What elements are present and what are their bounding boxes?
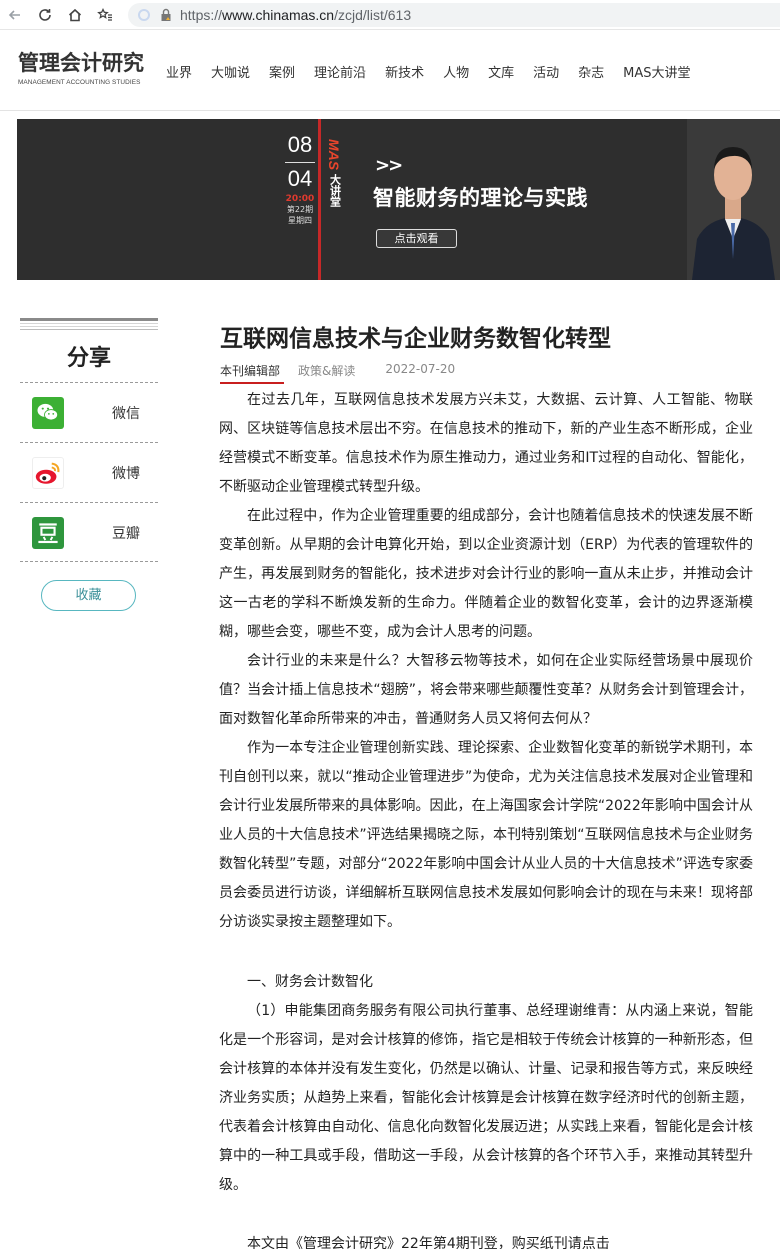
section-heading: 一、财务会计数智化 [247, 974, 373, 990]
lock-icon [161, 8, 171, 21]
banner-month: 08 [287, 132, 313, 157]
douban-icon [32, 517, 64, 549]
section-paragraph: （1）申能集团商务服务有限公司执行董事、总经理谢维青：从内涵上来说，智能化是一个… [219, 1003, 753, 1193]
article-title: 互联网信息技术与企业财务数智化转型 [220, 326, 611, 352]
banner-time: 20:00 [285, 194, 315, 204]
mas-brand: MAS [326, 139, 342, 171]
home-icon [68, 8, 82, 21]
double-arrow-icon: >> [375, 155, 403, 176]
article-author[interactable]: 本刊编辑部 [220, 362, 285, 384]
favorites-button[interactable] [90, 0, 120, 30]
share-title: 分享 [66, 346, 111, 371]
nav-item-experts[interactable]: 大咖说 [211, 62, 250, 81]
browser-toolbar: https://www.chinamas.cn/zcjd/list/613 [0, 0, 780, 30]
article-meta: 本刊编辑部 政策&解读 2022-07-20 [220, 362, 456, 384]
site-info-icon[interactable] [138, 9, 150, 21]
share-header-bar [20, 318, 158, 330]
share-douban-label: 豆瓣 [112, 526, 140, 542]
share-weibo[interactable]: 微博 [20, 442, 158, 502]
reload-button[interactable] [30, 0, 60, 30]
nav-item-mas-lecture[interactable]: MAS大讲堂 [623, 62, 690, 81]
article-date: 2022-07-20 [385, 362, 456, 376]
article-paragraph: 会计行业的未来是什么？大智移云物等技术，如何在企业实际经营场景中展现价值？当会计… [219, 653, 753, 727]
article-paragraph: 在此过程中，作为企业管理重要的组成部分，会计也随着信息技术的快速发展不断变革创新… [219, 508, 753, 640]
address-bar[interactable]: https://www.chinamas.cn/zcjd/list/613 [128, 3, 780, 27]
nav-item-theory[interactable]: 理论前沿 [314, 62, 366, 81]
article-category[interactable]: 政策&解读 [298, 362, 355, 382]
logo-subtitle: MANAGEMENT ACCOUNTING STUDIES [18, 79, 141, 86]
purchase-note[interactable]: 本文由《管理会计研究》22年第4期刊登，购买纸刊请点击 [219, 1230, 753, 1249]
mas-brand-sub: 大讲堂 [328, 174, 341, 208]
banner-title: 智能财务的理论与实践 [373, 186, 588, 210]
url-text: https://www.chinamas.cn/zcjd/list/613 [180, 7, 412, 23]
mas-logo: MAS 大讲堂 [323, 139, 345, 207]
wechat-icon [32, 397, 64, 429]
nav-item-magazine[interactable]: 杂志 [578, 62, 604, 81]
nav-item-people[interactable]: 人物 [443, 62, 469, 81]
main-nav: 业界 大咖说 案例 理论前沿 新技术 人物 文库 活动 杂志 MAS大讲堂 [166, 62, 710, 81]
share-wechat-label: 微信 [112, 406, 140, 422]
banner-date: 08 04 20:00 第22期 星期四 [283, 133, 317, 226]
share-list: 微信 微博 豆瓣 [20, 382, 158, 562]
nav-item-cases[interactable]: 案例 [269, 62, 295, 81]
favorite-button[interactable]: 收藏 [41, 580, 136, 611]
speaker-portrait [687, 119, 780, 280]
nav-item-industry[interactable]: 业界 [166, 62, 192, 81]
star-list-icon [97, 7, 112, 21]
share-douban[interactable]: 豆瓣 [20, 502, 158, 562]
promo-banner[interactable]: 08 04 20:00 第22期 星期四 MAS 大讲堂 >> 智能财务的理论与… [17, 119, 780, 280]
article-body: 在过去几年，互联网信息技术发展方兴未艾，大数据、云计算、人工智能、物联网、区块链… [219, 386, 753, 1249]
share-wechat[interactable]: 微信 [20, 382, 158, 442]
banner-divider [318, 119, 321, 280]
arrow-left-icon [8, 9, 20, 20]
home-button[interactable] [60, 0, 90, 30]
nav-item-events[interactable]: 活动 [533, 62, 559, 81]
banner-day: 04 [287, 166, 313, 191]
banner-weekday: 星期四 [288, 216, 312, 225]
article-paragraph: 作为一本专注企业管理创新实践、理论探索、企业数智化变革的新锐学术期刊，本刊自创刊… [219, 740, 753, 930]
logo-text: 管理会计研究 [18, 50, 144, 75]
weibo-icon [32, 457, 64, 489]
site-header: 管理会计研究 MANAGEMENT ACCOUNTING STUDIES 业界 … [0, 31, 780, 111]
banner-issue: 第22期 [286, 205, 314, 214]
watch-button[interactable]: 点击观看 [376, 229, 457, 248]
article-paragraph: 在过去几年，互联网信息技术发展方兴未艾，大数据、云计算、人工智能、物联网、区块链… [219, 392, 753, 495]
date-divider [285, 162, 315, 163]
share-weibo-label: 微博 [112, 466, 140, 482]
back-button[interactable] [0, 0, 30, 30]
nav-item-library[interactable]: 文库 [488, 62, 514, 81]
reload-icon [39, 8, 51, 21]
nav-item-new-tech[interactable]: 新技术 [385, 62, 424, 81]
site-logo[interactable]: 管理会计研究 MANAGEMENT ACCOUNTING STUDIES [18, 51, 150, 91]
